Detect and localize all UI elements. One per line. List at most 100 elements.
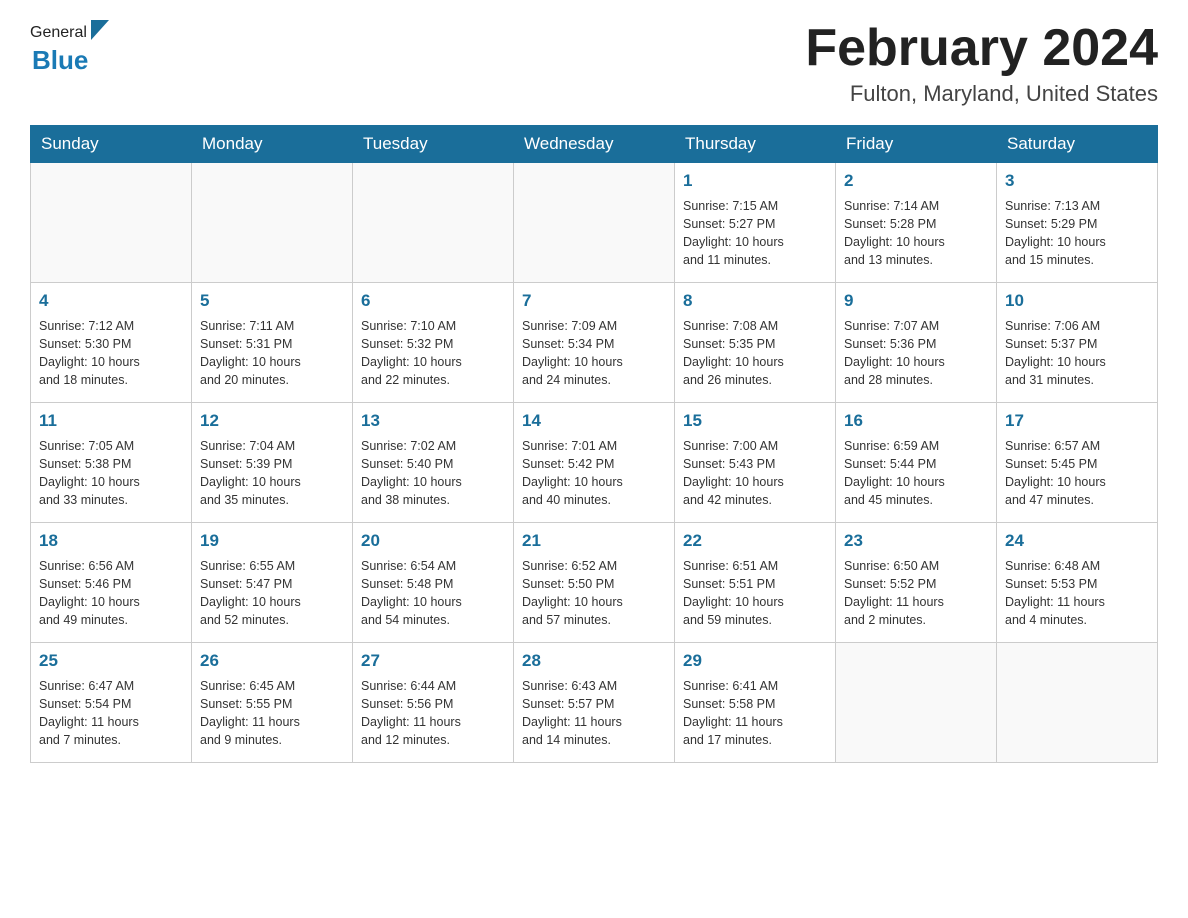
day-number: 9 <box>844 289 988 314</box>
day-number: 8 <box>683 289 827 314</box>
day-number: 14 <box>522 409 666 434</box>
day-info: Sunrise: 6:54 AMSunset: 5:48 PMDaylight:… <box>361 557 505 630</box>
day-number: 15 <box>683 409 827 434</box>
location-text: Fulton, Maryland, United States <box>805 81 1158 107</box>
calendar-cell: 8 Sunrise: 7:08 AMSunset: 5:35 PMDaylight… <box>675 283 836 403</box>
logo: General Blue <box>30 20 109 76</box>
day-info: Sunrise: 6:52 AMSunset: 5:50 PMDaylight:… <box>522 557 666 630</box>
calendar-cell: 4 Sunrise: 7:12 AMSunset: 5:30 PMDaylight… <box>31 283 192 403</box>
day-number: 19 <box>200 529 344 554</box>
day-info: Sunrise: 6:59 AMSunset: 5:44 PMDaylight:… <box>844 437 988 510</box>
day-number: 4 <box>39 289 183 314</box>
day-info: Sunrise: 6:48 AMSunset: 5:53 PMDaylight:… <box>1005 557 1149 630</box>
calendar-cell: 18 Sunrise: 6:56 AMSunset: 5:46 PMDayligh… <box>31 523 192 643</box>
calendar-cell: 7 Sunrise: 7:09 AMSunset: 5:34 PMDaylight… <box>514 283 675 403</box>
calendar-cell: 11 Sunrise: 7:05 AMSunset: 5:38 PMDayligh… <box>31 403 192 523</box>
calendar-week-1: 1Sunrise: 7:15 AMSunset: 5:27 PMDaylight… <box>31 163 1158 283</box>
calendar-cell: 14 Sunrise: 7:01 AMSunset: 5:42 PMDayligh… <box>514 403 675 523</box>
day-info: Sunrise: 7:02 AMSunset: 5:40 PMDaylight:… <box>361 437 505 510</box>
calendar-cell <box>192 163 353 283</box>
day-info: Sunrise: 6:56 AMSunset: 5:46 PMDaylight:… <box>39 557 183 630</box>
calendar-cell: 29 Sunrise: 6:41 AMSunset: 5:58 PMDayligh… <box>675 643 836 763</box>
logo-general-text: General <box>30 24 87 42</box>
day-info: Sunrise: 7:04 AMSunset: 5:39 PMDaylight:… <box>200 437 344 510</box>
month-title: February 2024 <box>805 20 1158 77</box>
calendar-cell: 21 Sunrise: 6:52 AMSunset: 5:50 PMDayligh… <box>514 523 675 643</box>
day-number: 3 <box>1005 169 1149 194</box>
day-info: Sunrise: 7:15 AMSunset: 5:27 PMDaylight:… <box>683 197 827 270</box>
calendar-cell <box>836 643 997 763</box>
day-number: 25 <box>39 649 183 674</box>
calendar-cell: 24Sunrise: 6:48 AMSunset: 5:53 PMDayligh… <box>997 523 1158 643</box>
title-block: February 2024 Fulton, Maryland, United S… <box>805 20 1158 107</box>
day-info: Sunrise: 7:01 AMSunset: 5:42 PMDaylight:… <box>522 437 666 510</box>
day-info: Sunrise: 7:06 AMSunset: 5:37 PMDaylight:… <box>1005 317 1149 390</box>
day-info: Sunrise: 7:08 AMSunset: 5:35 PMDaylight:… <box>683 317 827 390</box>
day-number: 2 <box>844 169 988 194</box>
calendar-cell <box>31 163 192 283</box>
calendar-cell: 19 Sunrise: 6:55 AMSunset: 5:47 PMDayligh… <box>192 523 353 643</box>
day-number: 23 <box>844 529 988 554</box>
day-info: Sunrise: 6:41 AMSunset: 5:58 PMDaylight:… <box>683 677 827 750</box>
calendar-cell: 26 Sunrise: 6:45 AMSunset: 5:55 PMDayligh… <box>192 643 353 763</box>
weekday-header-thursday: Thursday <box>675 126 836 163</box>
weekday-header-friday: Friday <box>836 126 997 163</box>
calendar-cell: 9 Sunrise: 7:07 AMSunset: 5:36 PMDaylight… <box>836 283 997 403</box>
day-info: Sunrise: 7:11 AMSunset: 5:31 PMDaylight:… <box>200 317 344 390</box>
calendar-cell: 17 Sunrise: 6:57 AMSunset: 5:45 PMDayligh… <box>997 403 1158 523</box>
day-info: Sunrise: 6:51 AMSunset: 5:51 PMDaylight:… <box>683 557 827 630</box>
day-info: Sunrise: 7:12 AMSunset: 5:30 PMDaylight:… <box>39 317 183 390</box>
day-info: Sunrise: 6:47 AMSunset: 5:54 PMDaylight:… <box>39 677 183 750</box>
day-info: Sunrise: 6:45 AMSunset: 5:55 PMDaylight:… <box>200 677 344 750</box>
calendar-cell: 16 Sunrise: 6:59 AMSunset: 5:44 PMDayligh… <box>836 403 997 523</box>
day-number: 27 <box>361 649 505 674</box>
day-info: Sunrise: 7:14 AMSunset: 5:28 PMDaylight:… <box>844 197 988 270</box>
weekday-header-saturday: Saturday <box>997 126 1158 163</box>
page-header: General Blue February 2024 Fulton, Maryl… <box>30 20 1158 107</box>
day-info: Sunrise: 7:05 AMSunset: 5:38 PMDaylight:… <box>39 437 183 510</box>
day-info: Sunrise: 7:07 AMSunset: 5:36 PMDaylight:… <box>844 317 988 390</box>
day-info: Sunrise: 6:43 AMSunset: 5:57 PMDaylight:… <box>522 677 666 750</box>
weekday-header-row: SundayMondayTuesdayWednesdayThursdayFrid… <box>31 126 1158 163</box>
weekday-header-monday: Monday <box>192 126 353 163</box>
calendar-week-3: 11 Sunrise: 7:05 AMSunset: 5:38 PMDayligh… <box>31 403 1158 523</box>
day-info: Sunrise: 7:10 AMSunset: 5:32 PMDaylight:… <box>361 317 505 390</box>
day-number: 11 <box>39 409 183 434</box>
calendar-table: SundayMondayTuesdayWednesdayThursdayFrid… <box>30 125 1158 763</box>
calendar-cell <box>353 163 514 283</box>
arrow-svg <box>91 20 109 40</box>
calendar-cell: 25 Sunrise: 6:47 AMSunset: 5:54 PMDayligh… <box>31 643 192 763</box>
day-number: 16 <box>844 409 988 434</box>
day-number: 28 <box>522 649 666 674</box>
calendar-week-2: 4 Sunrise: 7:12 AMSunset: 5:30 PMDaylight… <box>31 283 1158 403</box>
day-info: Sunrise: 7:09 AMSunset: 5:34 PMDaylight:… <box>522 317 666 390</box>
weekday-header-tuesday: Tuesday <box>353 126 514 163</box>
calendar-cell: 23Sunrise: 6:50 AMSunset: 5:52 PMDayligh… <box>836 523 997 643</box>
weekday-header-wednesday: Wednesday <box>514 126 675 163</box>
calendar-cell: 20Sunrise: 6:54 AMSunset: 5:48 PMDayligh… <box>353 523 514 643</box>
day-number: 21 <box>522 529 666 554</box>
calendar-week-5: 25 Sunrise: 6:47 AMSunset: 5:54 PMDayligh… <box>31 643 1158 763</box>
day-number: 10 <box>1005 289 1149 314</box>
calendar-cell <box>514 163 675 283</box>
calendar-cell <box>997 643 1158 763</box>
calendar-cell: 2 Sunrise: 7:14 AMSunset: 5:28 PMDaylight… <box>836 163 997 283</box>
calendar-week-4: 18 Sunrise: 6:56 AMSunset: 5:46 PMDayligh… <box>31 523 1158 643</box>
day-number: 29 <box>683 649 827 674</box>
day-number: 6 <box>361 289 505 314</box>
day-number: 22 <box>683 529 827 554</box>
calendar-cell: 1Sunrise: 7:15 AMSunset: 5:27 PMDaylight… <box>675 163 836 283</box>
calendar-cell: 3Sunrise: 7:13 AMSunset: 5:29 PMDaylight… <box>997 163 1158 283</box>
day-number: 7 <box>522 289 666 314</box>
day-number: 17 <box>1005 409 1149 434</box>
day-number: 5 <box>200 289 344 314</box>
day-number: 26 <box>200 649 344 674</box>
day-info: Sunrise: 7:00 AMSunset: 5:43 PMDaylight:… <box>683 437 827 510</box>
calendar-cell: 22 Sunrise: 6:51 AMSunset: 5:51 PMDayligh… <box>675 523 836 643</box>
calendar-cell: 10 Sunrise: 7:06 AMSunset: 5:37 PMDayligh… <box>997 283 1158 403</box>
day-info: Sunrise: 6:57 AMSunset: 5:45 PMDaylight:… <box>1005 437 1149 510</box>
calendar-cell: 15 Sunrise: 7:00 AMSunset: 5:43 PMDayligh… <box>675 403 836 523</box>
day-number: 18 <box>39 529 183 554</box>
day-info: Sunrise: 6:44 AMSunset: 5:56 PMDaylight:… <box>361 677 505 750</box>
day-info: Sunrise: 6:55 AMSunset: 5:47 PMDaylight:… <box>200 557 344 630</box>
